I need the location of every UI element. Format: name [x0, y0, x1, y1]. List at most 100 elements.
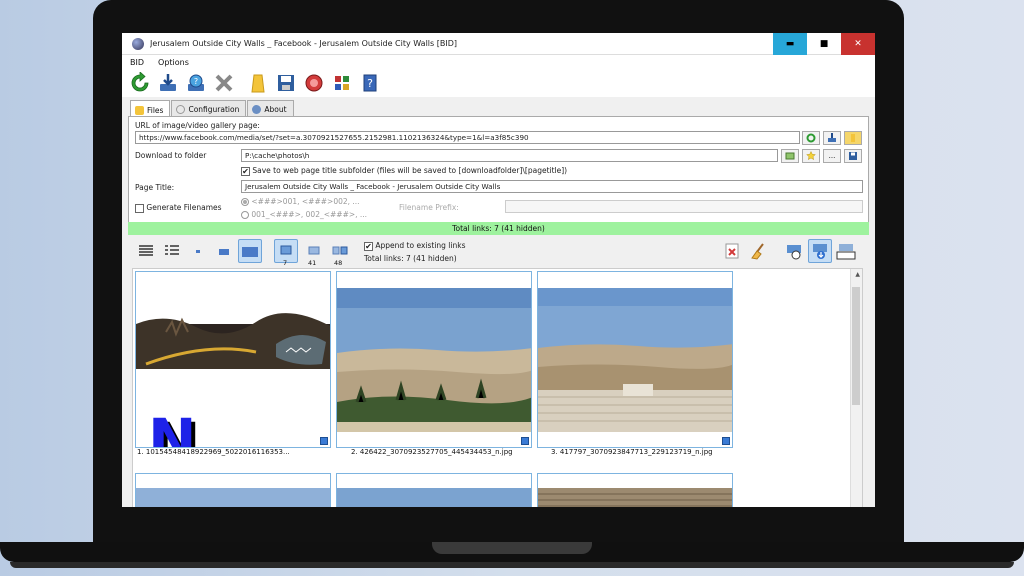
gallery-item[interactable]: N N — [135, 271, 331, 448]
view-small-icons-button[interactable] — [186, 239, 210, 263]
hidden-filter-icon — [308, 246, 320, 255]
question-icon: ? — [363, 74, 377, 92]
gallery-item[interactable] — [336, 271, 532, 448]
viewbar-total: Total links: 7 (41 hidden) — [364, 254, 457, 263]
tab-files[interactable]: Files — [130, 100, 171, 117]
app-icon — [132, 37, 144, 50]
menu-bar: BID Options — [122, 55, 875, 69]
maximize-button[interactable]: ■ — [807, 33, 841, 55]
thumbnail-image — [538, 288, 732, 432]
subfolder-label: Save to web page title subfolder (files … — [252, 166, 568, 175]
generate-filenames-option[interactable]: Generate Filenames — [135, 203, 222, 213]
link-icon — [521, 437, 529, 445]
view-list-button[interactable] — [160, 239, 184, 263]
prefix-input[interactable] — [505, 200, 863, 213]
append-option[interactable]: ✔ Append to existing links — [364, 241, 465, 251]
hidden-count: 41 — [308, 259, 317, 267]
thumbnail-image — [136, 488, 330, 507]
view-large-icons-button[interactable] — [238, 239, 262, 263]
open-folder-button[interactable] — [246, 71, 270, 95]
radio-option-2[interactable]: 001_<###>, 002_<###>, ... — [241, 210, 367, 219]
tab-about[interactable]: About — [247, 100, 294, 116]
help-globe-button[interactable]: ? — [184, 71, 208, 95]
delete-links-button[interactable] — [720, 239, 744, 263]
scrollbar-thumb[interactable] — [852, 287, 860, 405]
title-bar: Jerusalem Outside City Walls _ Facebook … — [122, 33, 875, 55]
gallery-item[interactable] — [537, 271, 733, 448]
info-icon — [252, 105, 262, 114]
browse-image-button[interactable] — [781, 149, 799, 163]
grid-button[interactable] — [330, 71, 354, 95]
numbering-icon — [836, 244, 856, 260]
image-filter-icon — [280, 245, 292, 255]
image-icon — [785, 152, 795, 160]
download-arrow-icon — [813, 244, 827, 259]
menu-options[interactable]: Options — [150, 58, 195, 67]
radio-option-1[interactable]: <###>001, <###>002, ... — [241, 197, 360, 206]
gallery-item[interactable] — [336, 473, 532, 507]
svg-text:?: ? — [194, 77, 198, 86]
download-icon — [160, 74, 176, 91]
link-icon — [320, 437, 328, 445]
favorite-button[interactable] — [802, 149, 820, 163]
svg-text:N: N — [148, 412, 197, 448]
refresh-icon — [131, 72, 149, 92]
thumbnail-image — [337, 288, 531, 432]
broom-icon — [751, 243, 764, 260]
help-globe-icon: ? — [188, 74, 204, 91]
tab-strip: Files Configuration About — [130, 100, 294, 117]
numbering-button[interactable] — [834, 239, 858, 263]
url-input[interactable]: https://www.facebook.com/media/set/?set=… — [135, 131, 800, 144]
laptop-bottom-edge — [10, 562, 1014, 568]
radio-button-1[interactable] — [241, 198, 249, 206]
cancel-icon — [215, 74, 233, 92]
gallery-item[interactable] — [537, 473, 733, 507]
grid-icon — [335, 76, 349, 90]
window-title: Jerusalem Outside City Walls _ Facebook … — [150, 39, 457, 48]
menu-bid[interactable]: BID — [122, 58, 150, 67]
vertical-scrollbar[interactable]: ▲ — [850, 269, 862, 507]
download-folder-input[interactable]: P:\cache\photos\h — [241, 149, 778, 162]
gallery-item[interactable] — [135, 473, 331, 507]
url-clipboard-button[interactable] — [844, 131, 862, 145]
generate-filenames-checkbox[interactable] — [135, 203, 144, 213]
delete-icon — [725, 243, 739, 259]
tab-configuration[interactable]: Configuration — [171, 100, 247, 116]
medium-icons-icon — [219, 249, 229, 255]
url-label: URL of image/video gallery page: — [135, 121, 260, 130]
prefix-label: Filename Prefix: — [399, 203, 459, 212]
view-medium-icons-button[interactable] — [212, 239, 236, 263]
record-icon — [305, 74, 323, 92]
save-folder-button[interactable] — [844, 149, 862, 163]
download-label: Download to folder — [135, 151, 207, 160]
clear-links-button[interactable] — [746, 239, 770, 263]
browse-folder-button[interactable]: ... — [823, 149, 841, 163]
toolbar: ? ? — [122, 69, 875, 97]
thumbnail-image — [538, 488, 732, 507]
radio-button-2[interactable] — [241, 211, 249, 219]
watermark-logo: N N — [148, 412, 201, 448]
image-caption: 1. 10154548418922969_5022016116353... — [137, 448, 290, 456]
download-selected-button[interactable] — [782, 239, 806, 263]
url-refresh-button[interactable] — [802, 131, 820, 145]
append-checkbox[interactable]: ✔ — [364, 241, 373, 251]
url-download-button[interactable] — [823, 131, 841, 145]
download-pause-icon — [787, 245, 801, 260]
subfolder-option[interactable]: ✔ Save to web page title subfolder (file… — [241, 166, 567, 176]
star-icon — [806, 151, 816, 161]
download-button[interactable] — [156, 71, 180, 95]
subfolder-checkbox[interactable]: ✔ — [241, 166, 250, 176]
refresh-button[interactable] — [128, 71, 152, 95]
total-links-bar: Total links: 7 (41 hidden) — [128, 222, 869, 235]
download-all-button[interactable] — [808, 239, 832, 263]
save-button[interactable] — [274, 71, 298, 95]
save-icon — [849, 152, 857, 160]
cancel-button[interactable] — [212, 71, 236, 95]
minimize-button[interactable]: ▬ — [773, 33, 807, 55]
close-button[interactable]: ✕ — [841, 33, 875, 55]
view-details-button[interactable] — [134, 239, 158, 263]
question-button[interactable]: ? — [358, 71, 382, 95]
scroll-up-icon[interactable]: ▲ — [855, 271, 860, 278]
record-button[interactable] — [302, 71, 326, 95]
page-title-input[interactable]: Jerusalem Outside City Walls _ Facebook … — [241, 180, 863, 193]
